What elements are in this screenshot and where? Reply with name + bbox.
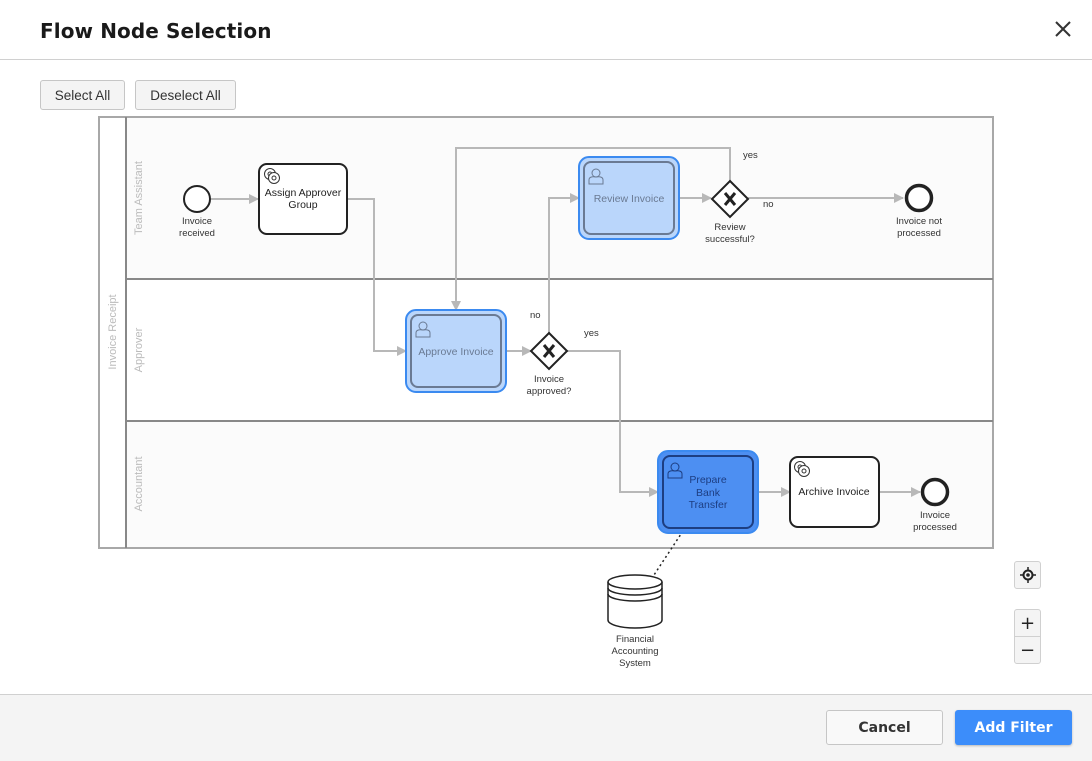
node-label: Financial Accounting System [611, 634, 658, 669]
lane-label-approver: Approver [133, 327, 145, 372]
node-financial-accounting-system[interactable]: Financial Accounting System [607, 574, 663, 669]
node-assign-approver-group[interactable]: Assign Approver Group [258, 163, 348, 235]
node-prepare-bank-transfer[interactable]: Prepare Bank Transfer [657, 450, 759, 534]
pool-label: Invoice Receipt [107, 294, 119, 369]
add-filter-button[interactable]: Add Filter [955, 710, 1072, 745]
crosshair-icon [1019, 567, 1036, 583]
bpmn-diagram: Invoice Receipt Team Assistant Approver … [98, 116, 994, 669]
node-label: Archive Invoice [798, 486, 869, 498]
node-label: Approve Invoice [418, 346, 493, 358]
lane-label-team-assistant: Team Assistant [133, 161, 145, 235]
lane-label-accountant: Accountant [133, 456, 145, 511]
flow-label-review-yes: yes [743, 150, 758, 161]
node-label: Invoice received [179, 216, 215, 239]
flow-label-approved-yes: yes [584, 328, 599, 339]
node-label: Review Invoice [594, 193, 665, 205]
reset-zoom-button[interactable] [1014, 561, 1041, 589]
flow-label-review-no: no [763, 199, 774, 210]
node-approve-invoice[interactable]: Approve Invoice [405, 309, 507, 393]
flow-label-approved-no: no [530, 310, 541, 321]
zoom-in-button[interactable]: + [1014, 609, 1041, 637]
node-archive-invoice[interactable]: Archive Invoice [789, 456, 880, 528]
node-label: Invoice not processed [896, 216, 942, 239]
cancel-button[interactable]: Cancel [826, 710, 943, 745]
node-review-invoice[interactable]: Review Invoice [578, 156, 680, 240]
zoom-out-button[interactable]: − [1014, 636, 1041, 664]
